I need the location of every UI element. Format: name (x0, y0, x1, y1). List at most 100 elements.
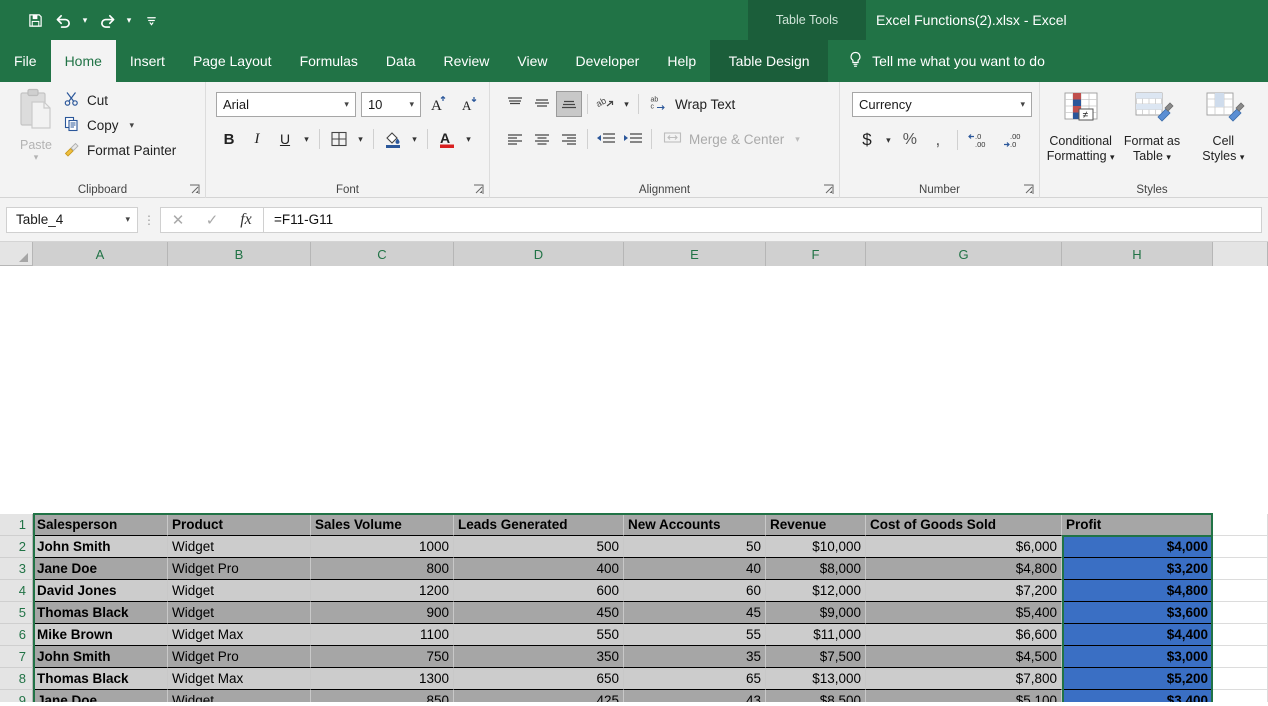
table-header-cell[interactable]: Salesperson (33, 514, 168, 536)
copy-button[interactable]: Copy ▾ (64, 113, 176, 138)
table-cell[interactable]: Jane Doe (33, 690, 168, 702)
accounting-format-dropdown-icon[interactable]: ▾ (882, 135, 895, 146)
font-size-combo[interactable]: 10 ▾ (361, 92, 421, 117)
table-cell[interactable]: 600 (454, 580, 624, 602)
row-header-9[interactable]: 9 (0, 690, 33, 702)
table-cell[interactable]: Widget (168, 602, 311, 624)
table-cell[interactable]: John Smith (33, 536, 168, 558)
orientation-dropdown-icon[interactable]: ▾ (620, 99, 633, 110)
align-middle-icon[interactable] (529, 91, 555, 117)
underline-button[interactable]: U (272, 126, 298, 152)
grid-cell[interactable] (1213, 536, 1268, 558)
column-header-g[interactable]: G (866, 242, 1062, 266)
number-format-dropdown-icon[interactable]: ▾ (1016, 99, 1029, 110)
table-cell[interactable]: $5,100 (866, 690, 1062, 702)
table-cell[interactable]: 800 (311, 558, 454, 580)
comma-format-icon[interactable]: , (925, 127, 951, 153)
redo-icon[interactable] (94, 7, 120, 33)
italic-button[interactable]: I (244, 126, 270, 152)
bold-button[interactable]: B (216, 126, 242, 152)
table-cell[interactable]: John Smith (33, 646, 168, 668)
table-cell[interactable]: $13,000 (766, 668, 866, 690)
cancel-icon[interactable]: ✕ (161, 208, 195, 232)
table-cell[interactable]: $4,000 (1062, 536, 1213, 558)
tab-view[interactable]: View (503, 40, 561, 82)
align-center-icon[interactable] (529, 126, 555, 152)
table-cell[interactable]: $8,000 (766, 558, 866, 580)
underline-dropdown-icon[interactable]: ▾ (300, 134, 313, 145)
fill-color-dropdown-icon[interactable]: ▾ (408, 134, 421, 145)
name-box-dropdown-icon[interactable]: ▾ (125, 214, 134, 225)
tab-file[interactable]: File (0, 40, 51, 82)
table-cell[interactable]: $12,000 (766, 580, 866, 602)
increase-font-size-icon[interactable]: A (426, 91, 452, 117)
align-bottom-icon[interactable] (556, 91, 582, 117)
table-header-cell[interactable]: Leads Generated (454, 514, 624, 536)
table-cell[interactable]: $10,000 (766, 536, 866, 558)
grid-cell[interactable] (1213, 690, 1268, 702)
row-header-4[interactable]: 4 (0, 580, 33, 602)
table-cell[interactable]: Widget (168, 580, 311, 602)
table-cell[interactable]: 65 (624, 668, 766, 690)
number-format-combo[interactable]: Currency ▾ (852, 92, 1032, 117)
column-header-c[interactable]: C (311, 242, 454, 266)
tab-home[interactable]: Home (51, 40, 116, 82)
font-color-dropdown-icon[interactable]: ▾ (462, 134, 475, 145)
name-box[interactable]: Table_4 ▾ (6, 207, 138, 233)
number-dialog-launcher-icon[interactable] (1023, 184, 1034, 195)
table-cell[interactable]: $9,000 (766, 602, 866, 624)
table-cell[interactable]: $4,400 (1062, 624, 1213, 646)
conditional-formatting-button[interactable]: ≠ Conditional Formatting ▾ (1046, 91, 1115, 165)
grid-cell[interactable] (1213, 602, 1268, 624)
table-cell[interactable]: $5,200 (1062, 668, 1213, 690)
decrease-font-size-icon[interactable]: A (457, 91, 483, 117)
table-cell[interactable]: Widget (168, 536, 311, 558)
table-cell[interactable]: 450 (454, 602, 624, 624)
table-cell[interactable]: Widget (168, 690, 311, 702)
format-as-table-button[interactable]: Format as Table ▾ (1117, 91, 1186, 165)
table-cell[interactable]: 850 (311, 690, 454, 702)
table-cell[interactable]: Widget Max (168, 624, 311, 646)
column-header-i[interactable] (1213, 242, 1268, 266)
tab-data[interactable]: Data (372, 40, 430, 82)
tab-review[interactable]: Review (430, 40, 504, 82)
table-cell[interactable]: $4,800 (866, 558, 1062, 580)
table-cell[interactable]: $4,500 (866, 646, 1062, 668)
row-header-3[interactable]: 3 (0, 558, 33, 580)
font-name-dropdown-icon[interactable]: ▾ (340, 99, 353, 110)
borders-icon[interactable] (326, 126, 352, 152)
table-cell[interactable]: 45 (624, 602, 766, 624)
column-header-h[interactable]: H (1062, 242, 1213, 266)
table-cell[interactable]: 1300 (311, 668, 454, 690)
increase-indent-icon[interactable] (620, 126, 646, 152)
row-header-1[interactable]: 1 (0, 514, 33, 536)
grid-cell[interactable] (1213, 558, 1268, 580)
select-all-corner[interactable] (0, 242, 33, 266)
decrease-indent-icon[interactable] (593, 126, 619, 152)
tell-me-search[interactable]: Tell me what you want to do (828, 40, 1045, 82)
insert-function-icon[interactable]: fx (229, 208, 263, 232)
table-cell[interactable]: $3,200 (1062, 558, 1213, 580)
increase-decimal-icon[interactable]: .0.00 (964, 127, 998, 153)
table-cell[interactable]: $7,200 (866, 580, 1062, 602)
table-cell[interactable]: 43 (624, 690, 766, 702)
font-dialog-launcher-icon[interactable] (473, 184, 484, 195)
table-cell[interactable]: 50 (624, 536, 766, 558)
redo-dropdown-icon[interactable]: ▾ (122, 7, 136, 33)
accounting-format-icon[interactable]: $ (854, 127, 880, 153)
table-cell[interactable]: 400 (454, 558, 624, 580)
table-cell[interactable]: 500 (454, 536, 624, 558)
tab-developer[interactable]: Developer (562, 40, 654, 82)
table-cell[interactable]: 40 (624, 558, 766, 580)
table-cell[interactable]: Widget Pro (168, 558, 311, 580)
table-cell[interactable]: $6,600 (866, 624, 1062, 646)
font-color-icon[interactable]: A (434, 126, 460, 152)
align-right-icon[interactable] (556, 126, 582, 152)
tab-table-design[interactable]: Table Design (710, 40, 828, 82)
table-cell[interactable]: 1000 (311, 536, 454, 558)
table-cell[interactable]: $8,500 (766, 690, 866, 702)
align-left-icon[interactable] (502, 126, 528, 152)
font-size-dropdown-icon[interactable]: ▾ (405, 99, 418, 110)
table-header-cell[interactable]: New Accounts (624, 514, 766, 536)
grid-cell[interactable] (1213, 624, 1268, 646)
